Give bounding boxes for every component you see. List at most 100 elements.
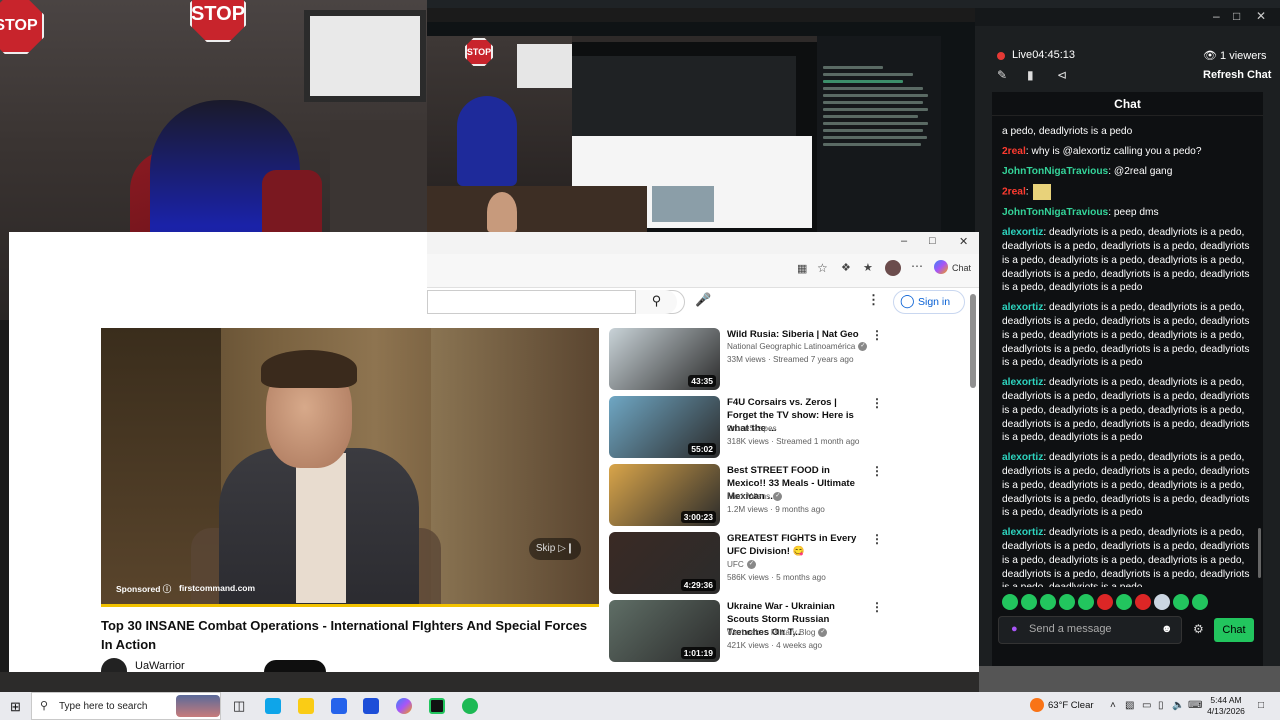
tray-chevron-icon[interactable]: ˄ [1110,700,1116,711]
video-channel[interactable]: WarLeaks - Military Blog ✓ [727,628,828,638]
chat-send-button[interactable]: Chat [1214,618,1254,642]
emote-button[interactable] [1192,594,1208,610]
ad-domain-link[interactable]: firstcommand.com [179,583,255,593]
recommended-video[interactable]: 3:00:23 Best STREET FOOD in Mexico!! 33 M… [609,464,969,528]
edge-icon[interactable] [265,698,281,714]
streaming-app-icon[interactable] [429,698,445,714]
skip-ad-button[interactable]: Skip ▷❙ [529,538,581,560]
video-channel[interactable]: UFC ✓ [727,560,756,570]
settings-menu-icon[interactable]: ⋮ [867,292,880,308]
chat-username[interactable]: alexortiz [1002,452,1043,463]
sign-in-button[interactable]: ◯ Sign in [893,290,965,314]
clock[interactable]: 5:44 AM 4/13/2026 [1206,695,1246,717]
emote-button[interactable] [1116,594,1132,610]
file-explorer-icon[interactable] [298,698,314,714]
tray-app-icon[interactable]: ▧ [1125,700,1134,711]
video-title[interactable]: GREATEST FIGHTS in Every UFC Division! 😋 [727,532,867,558]
chat-username[interactable]: 2real [1002,146,1026,157]
emote-button[interactable] [1078,594,1094,610]
video-channel[interactable]: DroneScapes [727,424,777,433]
chat-username[interactable]: 2real [1002,187,1026,198]
profile-avatar[interactable] [885,260,901,276]
mail-icon[interactable] [363,698,379,714]
emote-button[interactable] [1002,594,1018,610]
video-title[interactable]: Wild Rusia: Siberia | Nat Geo [727,328,867,341]
chat-username[interactable]: alexortiz [1002,302,1043,313]
keyboard-icon[interactable]: ⌨ [1188,700,1202,711]
scrollbar-thumb[interactable] [970,294,976,388]
gear-icon[interactable]: ⚙ [1193,622,1204,636]
channel-name[interactable]: UaWarrior [135,660,185,672]
recommended-video[interactable]: 4:29:36 GREATEST FIGHTS in Every UFC Divi… [609,532,969,596]
minimize-icon[interactable]: – [1213,9,1220,23]
favorites-icon[interactable]: ★ [863,261,873,274]
video-progress-bar[interactable] [101,604,599,607]
browser-maximize-icon[interactable]: □ [929,235,936,247]
search-button[interactable]: ⚲ [635,290,677,314]
message-input[interactable]: ● Send a message ☻ [998,616,1182,644]
chat-username[interactable]: alexortiz [1002,227,1043,238]
video-thumbnail[interactable]: 55:02 [609,396,720,458]
chat-username[interactable]: alexortiz [1002,377,1043,388]
stream-app-titlebar [427,0,1280,8]
network-icon[interactable]: ▭ [1142,700,1151,711]
emote-button[interactable] [1097,594,1113,610]
share-icon[interactable]: ⊲ [1057,68,1067,82]
chat-username[interactable]: alexortiz [1002,527,1043,538]
microphone-icon[interactable]: 🎤 [695,292,711,308]
chat-scrollbar[interactable] [1258,528,1261,578]
folder-icon[interactable]: ▮ [1027,68,1034,82]
video-channel[interactable]: Mark Wiens ✓ [727,492,783,502]
favorite-star-icon[interactable]: ☆ [817,261,828,275]
emote-button[interactable] [1059,594,1075,610]
volume-icon[interactable]: 🔈 [1172,700,1184,711]
more-options-icon[interactable]: ⋮ [871,396,883,410]
split-screen-icon[interactable]: ▦ [797,262,807,275]
notification-icon[interactable]: □ [1258,700,1264,711]
more-options-icon[interactable]: ⋮ [871,532,883,546]
channel-avatar[interactable] [101,658,127,672]
emote-button[interactable] [1135,594,1151,610]
store-icon[interactable] [331,698,347,714]
mic-icon[interactable]: ● [1011,623,1018,635]
chat-username[interactable]: JohnTonNigaTravious [1002,166,1108,177]
recommended-video[interactable]: 1:01:19 Ukraine War - Ukrainian Scouts St… [609,600,969,664]
emoji-icon[interactable]: ☻ [1161,623,1173,635]
spotify-icon[interactable] [462,698,478,714]
more-options-icon[interactable]: ⋮ [871,464,883,478]
more-options-icon[interactable]: ⋮ [871,328,883,342]
copilot-icon[interactable] [934,260,948,274]
taskbar-search[interactable]: ⚲ Type here to search [31,692,221,720]
weather-text[interactable]: 63°F Clear [1048,700,1094,711]
chat-username[interactable]: JohnTonNigaTravious [1002,207,1108,218]
copilot-label[interactable]: Chat [952,263,971,273]
weather-icon[interactable] [1030,698,1044,712]
video-thumbnail[interactable]: 43:35 [609,328,720,390]
maximize-icon[interactable]: □ [1233,9,1240,23]
windows-start-icon[interactable]: ⊞ [10,699,21,715]
more-menu-icon[interactable]: ⋯ [911,259,923,273]
refresh-chat-button[interactable]: Refresh Chat [1203,69,1271,81]
extensions-icon[interactable]: ❖ [841,261,851,274]
pencil-icon[interactable]: ✎ [997,68,1007,82]
emote-button[interactable] [1173,594,1189,610]
video-player[interactable]: Sponsored ⓘ firstcommand.com Skip ▷❙ [101,328,599,607]
video-thumbnail[interactable]: 4:29:36 [609,532,720,594]
recommended-video[interactable]: 55:02 F4U Corsairs vs. Zeros | Forget the… [609,396,969,460]
page-scrollbar[interactable] [969,290,977,668]
emote-button[interactable] [1021,594,1037,610]
emote-button[interactable] [1154,594,1170,610]
video-thumbnail[interactable]: 1:01:19 [609,600,720,662]
close-icon[interactable]: ✕ [1256,9,1266,23]
copilot-taskbar-icon[interactable] [396,698,412,714]
subscribe-button[interactable] [264,660,326,672]
task-view-icon[interactable]: ◫ [233,698,245,714]
recommended-video[interactable]: 43:35 Wild Rusia: Siberia | Nat Geo Nation… [609,328,969,392]
battery-icon[interactable]: ▯ [1158,700,1164,711]
browser-minimize-icon[interactable]: – [901,235,907,247]
emote-button[interactable] [1040,594,1056,610]
browser-close-icon[interactable]: ✕ [959,235,968,248]
video-thumbnail[interactable]: 3:00:23 [609,464,720,526]
more-options-icon[interactable]: ⋮ [871,600,883,614]
video-channel[interactable]: National Geographic Latinoamérica ✓ [727,342,868,352]
